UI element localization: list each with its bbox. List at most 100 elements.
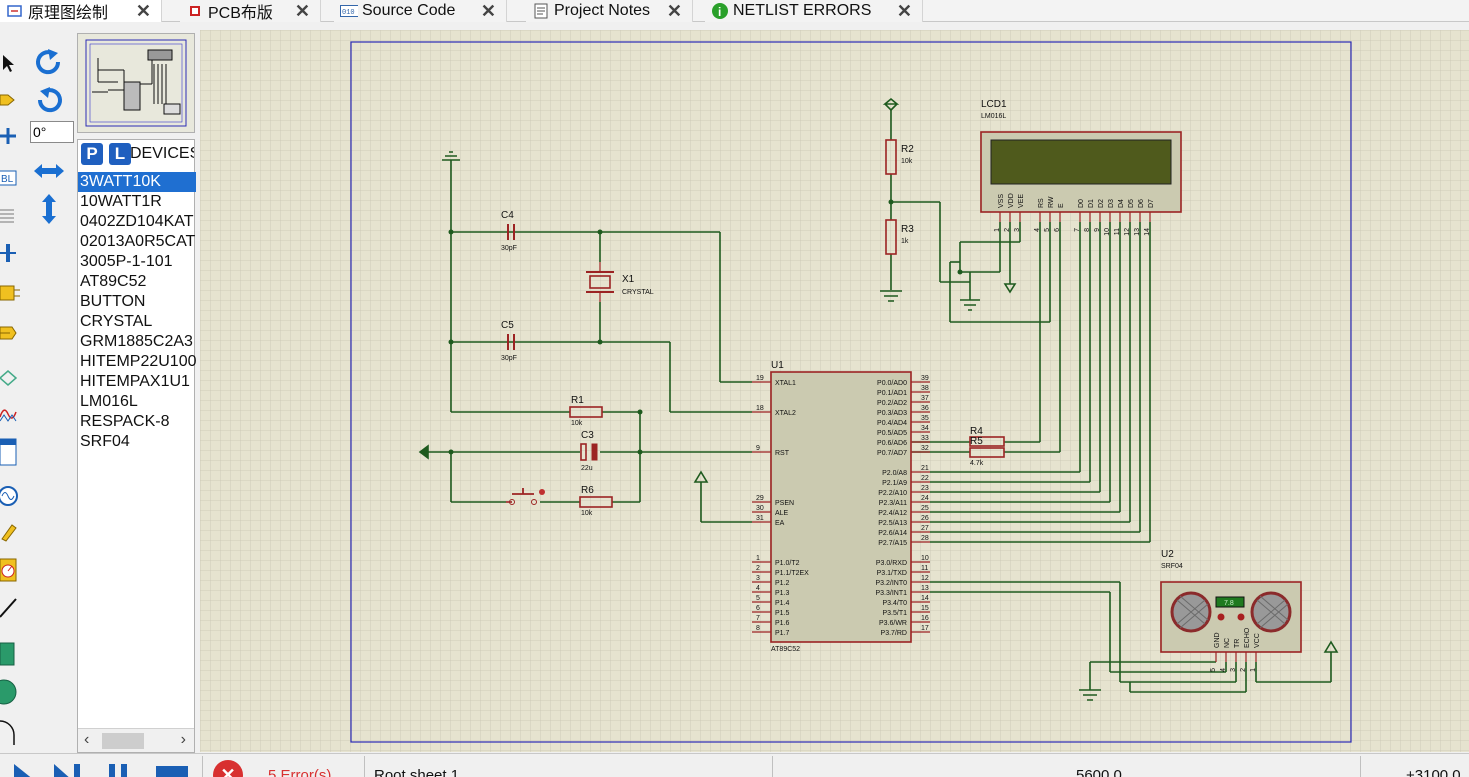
close-icon[interactable]: ✕	[136, 1, 151, 22]
lcd-ref: LCD1	[981, 99, 1007, 110]
device-list-item[interactable]: 3005P-1-101	[78, 252, 196, 272]
microcontroller-u1[interactable]: U1 AT89C52 19XTAL118XTAL29RST29PSEN30ALE…	[752, 360, 930, 653]
step-icon[interactable]	[52, 760, 88, 777]
device-list-item[interactable]: CRYSTAL	[78, 312, 196, 332]
virtual-instrument-icon[interactable]	[0, 555, 22, 585]
generator-icon[interactable]	[0, 481, 22, 511]
pick-devices-button[interactable]: P	[81, 143, 103, 165]
device-list-item[interactable]: BUTTON	[78, 292, 196, 312]
lcd-part: LM016L	[981, 113, 1006, 120]
c3-value: 22u	[581, 465, 593, 472]
u1-pin-number: 22	[921, 475, 929, 482]
u1-pin-name: XTAL2	[775, 410, 796, 417]
schematic-canvas[interactable]: C4 30pF C5 30pF X1 CRYSTAL R1 10k C3 22u…	[200, 30, 1469, 752]
separator	[364, 756, 365, 777]
u1-pin-name: P3.6/WR	[879, 620, 907, 627]
error-count[interactable]: 5 Error(s)	[268, 767, 331, 777]
u1-pin-number: 36	[921, 405, 929, 412]
device-list-item[interactable]: LM016L	[78, 392, 196, 412]
box-tool-icon[interactable]	[0, 639, 22, 669]
text-script-icon[interactable]	[0, 201, 22, 231]
lcd-pin-name: D4	[1118, 199, 1125, 208]
terminal-icon[interactable]	[0, 318, 22, 348]
line-tool-icon[interactable]	[0, 593, 22, 623]
u1-pin-number: 30	[756, 505, 764, 512]
u1-pin-name: P1.3	[775, 590, 790, 597]
component-mode-icon[interactable]	[0, 85, 22, 115]
device-list-item[interactable]: SRF04	[78, 432, 196, 452]
close-icon[interactable]: ✕	[295, 1, 310, 22]
device-list-item[interactable]: 3WATT10K	[78, 172, 196, 192]
close-icon[interactable]: ✕	[667, 1, 682, 22]
tape-recorder-icon[interactable]	[0, 437, 22, 467]
u1-pin-number: 10	[921, 555, 929, 562]
tab-pcb[interactable]: PCB布版 ✕	[180, 0, 321, 22]
u1-pin-number: 31	[756, 515, 764, 522]
bus-icon[interactable]	[0, 238, 22, 268]
u1-pin-name: P0.3/AD3	[877, 410, 907, 417]
close-icon[interactable]: ✕	[481, 1, 496, 22]
u2-part: SRF04	[1161, 563, 1183, 570]
device-list-item[interactable]: 10WATT1R	[78, 192, 196, 212]
circle-tool-icon[interactable]	[0, 677, 22, 707]
u1-pin-number: 15	[921, 605, 929, 612]
tab-schematic[interactable]: 原理图绘制 ✕	[0, 0, 162, 22]
u1-pin-number: 11	[921, 565, 928, 572]
notes-icon	[532, 3, 550, 19]
error-icon[interactable]: ✕	[213, 760, 243, 777]
device-list-item[interactable]: 0402ZD104KAT	[78, 212, 196, 232]
pcb-chip-icon	[186, 3, 204, 19]
u1-pin-name: ALE	[775, 510, 789, 517]
u1-pin-number: 7	[756, 615, 760, 622]
scroll-right-icon[interactable]: ›	[181, 731, 186, 749]
voltage-probe-icon[interactable]	[0, 517, 22, 547]
rotate-clockwise-icon[interactable]	[31, 45, 67, 81]
tab-source-code[interactable]: 010 Source Code ✕	[334, 0, 507, 22]
r3-value: 1k	[901, 238, 909, 245]
arc-tool-icon[interactable]	[0, 717, 22, 747]
device-pin-icon[interactable]	[0, 363, 22, 393]
device-list-item[interactable]: RESPACK-8	[78, 412, 196, 432]
lcd-pin-number: 7	[1074, 228, 1081, 232]
scroll-thumb[interactable]	[102, 733, 144, 749]
u1-pin-number: 9	[756, 445, 760, 452]
play-icon[interactable]	[8, 760, 38, 777]
library-manager-button[interactable]: L	[109, 143, 131, 165]
u1-ref: U1	[771, 360, 784, 371]
subcircuit-icon[interactable]	[0, 278, 22, 308]
selection-mode-icon[interactable]	[0, 48, 22, 78]
lcd-pin-name: D7	[1148, 199, 1155, 208]
u1-pin-name: P1.4	[775, 600, 790, 607]
u1-pin-name: XTAL1	[775, 380, 796, 387]
u1-pin-name: RST	[775, 450, 790, 457]
close-icon[interactable]: ✕	[897, 1, 912, 22]
rotation-angle-input[interactable]	[30, 121, 74, 143]
u1-pin-number: 13	[921, 585, 929, 592]
lcd-pin-name: D1	[1088, 199, 1095, 208]
tab-label: 原理图绘制	[28, 5, 109, 22]
mirror-horizontal-icon[interactable]	[31, 153, 67, 189]
tab-project-notes[interactable]: Project Notes ✕	[526, 0, 693, 22]
device-list-item[interactable]: HITEMPAX1U1	[78, 372, 196, 392]
stop-icon[interactable]	[154, 760, 190, 777]
horizontal-scrollbar[interactable]: ‹ ›	[78, 728, 194, 752]
device-list-item[interactable]: 02013A0R5CAT	[78, 232, 196, 252]
device-list-item[interactable]: GRM1885C2A3	[78, 332, 196, 352]
mirror-vertical-icon[interactable]	[31, 191, 67, 227]
wire-label-icon[interactable]: BL	[0, 163, 22, 193]
device-list-item[interactable]: AT89C52	[78, 272, 196, 292]
mode-toolbar: BL	[0, 33, 22, 751]
overview-window[interactable]	[77, 33, 195, 133]
scroll-left-icon[interactable]: ‹	[84, 731, 89, 749]
graph-icon[interactable]	[0, 399, 22, 429]
tab-label: Project Notes	[554, 2, 651, 19]
junction-dot-icon[interactable]	[0, 121, 22, 151]
rotate-anticlockwise-icon[interactable]	[31, 83, 67, 119]
tab-netlist-errors[interactable]: i NETLIST ERRORS ✕	[705, 0, 923, 22]
u1-pin-number: 26	[921, 515, 929, 522]
status-bar: ✕ 5 Error(s) Root sheet 1 5600.0 +3100.0	[0, 753, 1469, 777]
u1-pin-number: 23	[921, 485, 929, 492]
u1-pin-name: P1.5	[775, 610, 790, 617]
device-list-item[interactable]: HITEMP22U100	[78, 352, 196, 372]
pause-icon[interactable]	[106, 760, 132, 777]
